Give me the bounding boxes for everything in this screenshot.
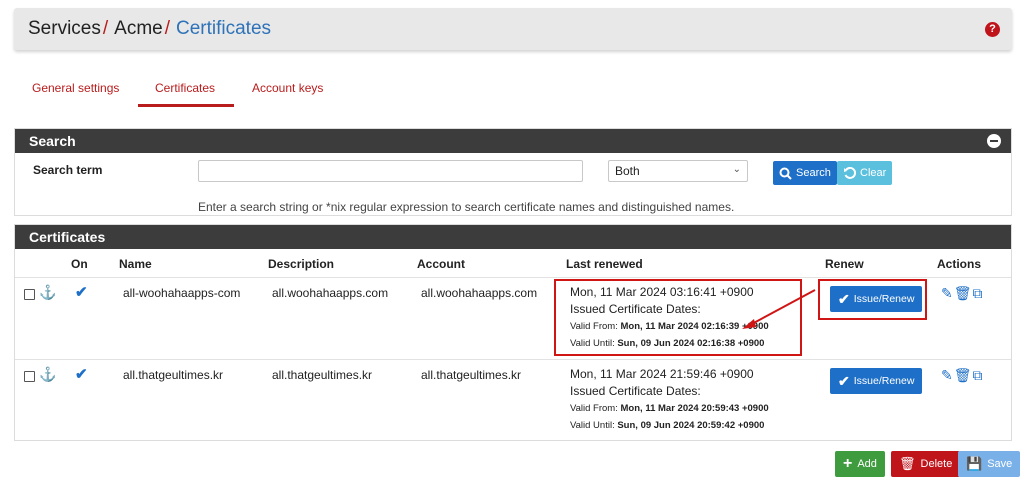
collapse-icon[interactable] bbox=[987, 134, 1001, 148]
edit-pencil-icon[interactable]: ✎ bbox=[941, 285, 954, 301]
search-panel: Search Search term Both ⌄ Search Clear E… bbox=[14, 128, 1012, 216]
search-scope-value: Both bbox=[615, 164, 640, 178]
search-button-label: Search bbox=[796, 167, 831, 179]
check-icon: ✔ bbox=[838, 372, 850, 389]
row-checkbox[interactable] bbox=[24, 289, 35, 300]
row-checkbox[interactable] bbox=[24, 371, 35, 382]
annotation-arrow-icon bbox=[742, 289, 816, 329]
search-hint: Enter a search string or *nix regular ex… bbox=[198, 200, 735, 214]
valid-until-label: Valid Until: bbox=[570, 420, 615, 431]
tab-bar: General settings Certificates Account ke… bbox=[14, 70, 414, 110]
add-button[interactable]: + Add bbox=[835, 451, 885, 477]
column-header-account: Account bbox=[417, 257, 465, 271]
search-button[interactable]: Search bbox=[773, 161, 837, 185]
floppy-disk-icon: 💾 bbox=[966, 456, 983, 471]
search-scope-select[interactable]: Both ⌄ bbox=[608, 160, 748, 182]
certificates-panel-header: Certificates bbox=[15, 225, 1011, 249]
search-input[interactable] bbox=[198, 160, 583, 182]
breadcrumb-separator: / bbox=[164, 18, 170, 39]
breadcrumb-acme[interactable]: Acme bbox=[114, 18, 163, 39]
search-term-label: Search term bbox=[33, 163, 103, 177]
tab-certificates[interactable]: Certificates bbox=[155, 81, 215, 95]
valid-from-label: Valid From: bbox=[570, 403, 618, 414]
column-header-last-renewed: Last renewed bbox=[566, 257, 643, 271]
trash-icon: 🗑 bbox=[899, 456, 916, 471]
issue-renew-button[interactable]: ✔ Issue/Renew bbox=[830, 368, 923, 394]
copy-icon[interactable]: ⧉ bbox=[973, 367, 984, 383]
tab-general-settings[interactable]: General settings bbox=[32, 81, 119, 95]
issued-dates-label: Issued Certificate Dates: bbox=[570, 384, 701, 398]
column-header-renew: Renew bbox=[825, 257, 864, 271]
table-row: ⚓ ✔ all.thatgeultimes.kr all.thatgeultim… bbox=[15, 359, 1011, 440]
tab-account-keys[interactable]: Account keys bbox=[252, 81, 323, 95]
search-panel-header: Search bbox=[15, 129, 1011, 153]
issue-renew-label: Issue/Renew bbox=[853, 375, 915, 387]
search-panel-title: Search bbox=[29, 133, 76, 149]
search-icon bbox=[779, 167, 792, 180]
enabled-check-icon: ✔ bbox=[75, 284, 88, 301]
cert-name: all.thatgeultimes.kr bbox=[123, 368, 224, 382]
breadcrumb-certificates[interactable]: Certificates bbox=[176, 18, 271, 39]
cert-name: all-woohahaapps-com bbox=[123, 286, 241, 300]
undo-icon bbox=[844, 166, 856, 179]
delete-button[interactable]: 🗑 Delete bbox=[891, 451, 961, 477]
column-header-description: Description bbox=[268, 257, 335, 271]
edit-pencil-icon[interactable]: ✎ bbox=[941, 367, 954, 383]
last-renewed-info: Mon, 11 Mar 2024 21:59:46 +0900 Issued C… bbox=[570, 366, 769, 434]
valid-until-value: Sun, 09 Jun 2024 20:59:42 +0900 bbox=[617, 420, 765, 431]
valid-from-value: Mon, 11 Mar 2024 20:59:43 +0900 bbox=[620, 403, 769, 414]
breadcrumb-separator: / bbox=[102, 18, 109, 39]
column-header-name: Name bbox=[119, 257, 152, 271]
delete-trash-icon[interactable]: 🗑 bbox=[954, 367, 973, 383]
column-header-on: On bbox=[71, 257, 88, 271]
copy-icon[interactable]: ⧉ bbox=[973, 285, 984, 301]
cert-description: all.woohahaapps.com bbox=[272, 286, 389, 300]
save-button-label: Save bbox=[987, 458, 1013, 470]
clear-button-label: Clear bbox=[860, 167, 887, 179]
save-button[interactable]: 💾 Save bbox=[958, 451, 1021, 477]
valid-until-line: Valid Until: Sun, 09 Jun 2024 20:59:42 +… bbox=[570, 417, 769, 434]
breadcrumb: Services / Acme / Certificates bbox=[28, 18, 271, 40]
active-tab-indicator bbox=[138, 104, 234, 107]
add-button-label: Add bbox=[857, 458, 877, 470]
renew-button-highlight-box bbox=[818, 279, 927, 320]
certificates-panel-title: Certificates bbox=[29, 229, 106, 245]
row-actions: ✎🗑⧉ bbox=[941, 285, 984, 302]
column-header-actions: Actions bbox=[937, 257, 982, 271]
certificates-panel: Certificates On Name Description Account… bbox=[14, 224, 1012, 441]
cert-account: all.woohahaapps.com bbox=[421, 286, 538, 300]
clear-button[interactable]: Clear bbox=[837, 161, 893, 185]
cert-description: all.thatgeultimes.kr bbox=[272, 368, 373, 382]
row-actions: ✎🗑⧉ bbox=[941, 367, 984, 384]
page-header: Services / Acme / Certificates ? bbox=[14, 8, 1012, 50]
delete-button-label: Delete bbox=[920, 458, 953, 470]
help-icon[interactable]: ? bbox=[985, 22, 1000, 37]
anchor-icon[interactable]: ⚓ bbox=[39, 366, 56, 383]
breadcrumb-services[interactable]: Services bbox=[28, 18, 101, 39]
cert-account: all.thatgeultimes.kr bbox=[421, 368, 522, 382]
plus-icon: + bbox=[843, 455, 853, 472]
anchor-icon[interactable]: ⚓ bbox=[39, 284, 56, 301]
delete-trash-icon[interactable]: 🗑 bbox=[954, 285, 973, 301]
chevron-down-icon: ⌄ bbox=[732, 164, 741, 175]
valid-from-line: Valid From: Mon, 11 Mar 2024 20:59:43 +0… bbox=[570, 400, 769, 417]
renewed-date: Mon, 11 Mar 2024 21:59:46 +0900 bbox=[570, 367, 754, 381]
enabled-check-icon: ✔ bbox=[75, 366, 88, 383]
